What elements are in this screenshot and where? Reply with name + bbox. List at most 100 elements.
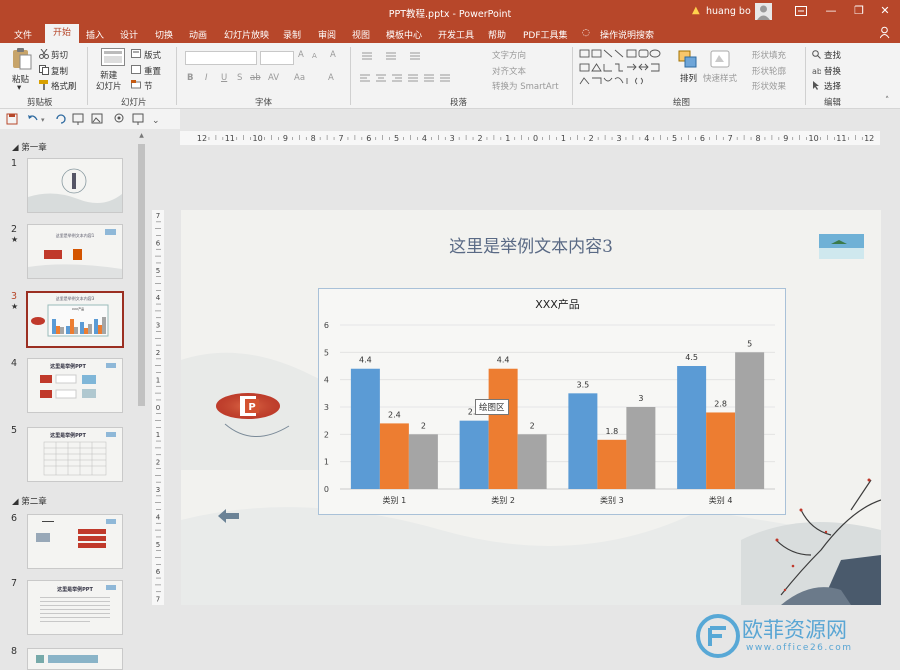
- ruler-label: 12: [197, 134, 207, 143]
- tab-file[interactable]: 文件: [14, 28, 32, 41]
- cut-button[interactable]: 剪切: [51, 49, 68, 61]
- slide-thumbnail-1[interactable]: [27, 158, 123, 213]
- shrink-font-button[interactable]: A: [312, 52, 317, 60]
- ruler-label: 7: [156, 212, 160, 220]
- quick-styles-button[interactable]: 快速样式: [703, 72, 737, 84]
- shape-effects-button[interactable]: 形状效果: [752, 80, 786, 92]
- panel-scrollbar[interactable]: ▲: [137, 130, 147, 664]
- tab-animations[interactable]: 动画: [189, 28, 207, 41]
- copy-icon: [39, 65, 49, 78]
- find-button[interactable]: 查找: [824, 49, 841, 61]
- ruler-label: 7: [156, 596, 160, 604]
- italic-button[interactable]: I: [205, 73, 208, 83]
- layout-button[interactable]: 版式: [144, 49, 161, 61]
- slide-thumbnail-8[interactable]: [27, 648, 123, 670]
- save-icon: [6, 113, 18, 125]
- ribbon-display-icon[interactable]: [790, 3, 812, 19]
- shape-outline-button[interactable]: 形状轮廓: [752, 65, 786, 77]
- grow-font-button[interactable]: A: [298, 50, 304, 60]
- scrollbar-thumb[interactable]: [138, 144, 145, 406]
- back-arrow-icon[interactable]: [218, 508, 240, 524]
- tab-slideshow[interactable]: 幻灯片放映: [224, 28, 269, 41]
- tab-help[interactable]: 帮助: [488, 28, 506, 41]
- bar-chart[interactable]: XXX产品0123456类别 14.42.42类别 22.54.42类别 33.…: [319, 289, 785, 514]
- tab-review[interactable]: 审阅: [318, 28, 336, 41]
- tab-record[interactable]: 录制: [283, 28, 301, 41]
- tab-transitions[interactable]: 切换: [155, 28, 173, 41]
- ruler-label: 7: [338, 134, 343, 143]
- slide-thumbnail-7[interactable]: 这里是举例PPT: [27, 580, 123, 635]
- font-size-dropdown[interactable]: [260, 51, 294, 65]
- clear-format-button[interactable]: A: [330, 50, 336, 60]
- strikethrough-button[interactable]: ab: [250, 73, 261, 83]
- slide-thumbnail-6[interactable]: [27, 514, 123, 569]
- reset-icon: [131, 65, 141, 77]
- scroll-up-icon[interactable]: ▲: [137, 132, 146, 139]
- ribbon: 粘贴 ▾ 剪切 复制 格式刷 剪贴板 新建 幻灯片 版式 重置 节 幻灯片 A …: [0, 43, 900, 109]
- font-family-dropdown[interactable]: [185, 51, 257, 65]
- chevron-down-icon[interactable]: ▾: [17, 83, 21, 93]
- y-tick-label: 6: [324, 321, 329, 330]
- new-slide-button[interactable]: 新建 幻灯片: [96, 71, 122, 93]
- arrange-icon[interactable]: [678, 50, 698, 71]
- scissors-icon: [39, 48, 49, 62]
- restore-button[interactable]: ❐: [848, 3, 870, 19]
- new-slide-icon[interactable]: [101, 48, 125, 69]
- slide-thumbnail-4[interactable]: 这里是举例PPT: [27, 358, 123, 413]
- section-header-1[interactable]: ◢ 第一章: [12, 141, 47, 153]
- tab-home[interactable]: 开始: [45, 24, 80, 43]
- convert-smartart-button[interactable]: 转换为 SmartArt: [492, 80, 559, 92]
- tab-template-center[interactable]: 模板中心: [386, 28, 422, 41]
- powerpoint-logo-icon[interactable]: P: [213, 388, 303, 448]
- shadow-button[interactable]: S: [237, 73, 242, 83]
- tab-developer[interactable]: 开发工具: [438, 28, 474, 41]
- quick-styles-icon[interactable]: [710, 50, 730, 71]
- tell-me-search[interactable]: 操作说明搜索: [600, 28, 654, 41]
- reset-button[interactable]: 重置: [144, 65, 161, 77]
- paragraph-list-icons[interactable]: [358, 51, 478, 96]
- ruler-label: 1: [505, 134, 510, 143]
- font-color-button[interactable]: A: [328, 73, 334, 83]
- slide-thumbnail-2[interactable]: 这里是举例文本内容1: [27, 224, 123, 279]
- text-direction-button[interactable]: 文字方向: [492, 49, 526, 61]
- warning-icon[interactable]: ▲: [692, 5, 700, 16]
- ruler-label: 11: [836, 134, 846, 143]
- slide-thumbnail-3[interactable]: 这里是举例文本内容3 XXX产品: [26, 291, 124, 348]
- slide-thumbnail-5[interactable]: 这里是举例PPT: [27, 427, 123, 482]
- minimize-button[interactable]: —: [820, 3, 842, 19]
- share-icon[interactable]: [879, 26, 892, 42]
- user-name[interactable]: huang bo: [706, 6, 751, 17]
- svg-text:▾: ▾: [41, 116, 45, 124]
- data-label: 4.5: [685, 353, 698, 362]
- format-painter-button[interactable]: 格式刷: [51, 80, 77, 92]
- chart-frame[interactable]: XXX产品0123456类别 14.42.42类别 22.54.42类别 33.…: [318, 288, 786, 515]
- tab-view[interactable]: 视图: [352, 28, 370, 41]
- ruler-label: 2: [477, 134, 482, 143]
- paste-icon[interactable]: [11, 47, 33, 74]
- shape-fill-button[interactable]: 形状填充: [752, 49, 786, 61]
- underline-button[interactable]: U: [221, 73, 227, 83]
- select-button[interactable]: 选择: [824, 80, 841, 92]
- replace-button[interactable]: 替换: [824, 65, 841, 77]
- search-icon: [812, 50, 821, 62]
- close-button[interactable]: ✕: [874, 3, 896, 19]
- char-spacing-button[interactable]: AV: [268, 73, 279, 83]
- align-text-button[interactable]: 对齐文本: [492, 65, 526, 77]
- copy-button[interactable]: 复制: [51, 65, 68, 77]
- section-header-2[interactable]: ◢ 第二章: [12, 495, 47, 507]
- slide-canvas[interactable]: 这里是举例文本内容3 P XXX产品 0 1 2 3 4 5 6 类别 1 4.4 2.4 2 类别 2…: [181, 210, 881, 605]
- tab-design[interactable]: 设计: [120, 28, 138, 41]
- slide-title[interactable]: 这里是举例文本内容3: [181, 232, 881, 257]
- undo-icon: [28, 115, 38, 121]
- change-case-button[interactable]: Aa: [294, 73, 305, 83]
- bold-button[interactable]: B: [187, 73, 193, 83]
- svg-text:这里是举例文本内容1: 这里是举例文本内容1: [56, 232, 95, 238]
- shapes-gallery[interactable]: [579, 49, 663, 94]
- tab-pdf-tools[interactable]: PDF工具集: [523, 28, 568, 41]
- arrange-button[interactable]: 排列: [680, 72, 697, 84]
- tab-insert[interactable]: 插入: [86, 28, 104, 41]
- ruler-label: 4: [422, 134, 427, 143]
- section-button[interactable]: 节: [144, 80, 153, 92]
- avatar[interactable]: [755, 3, 772, 20]
- chevron-up-icon[interactable]: ˄: [885, 96, 889, 106]
